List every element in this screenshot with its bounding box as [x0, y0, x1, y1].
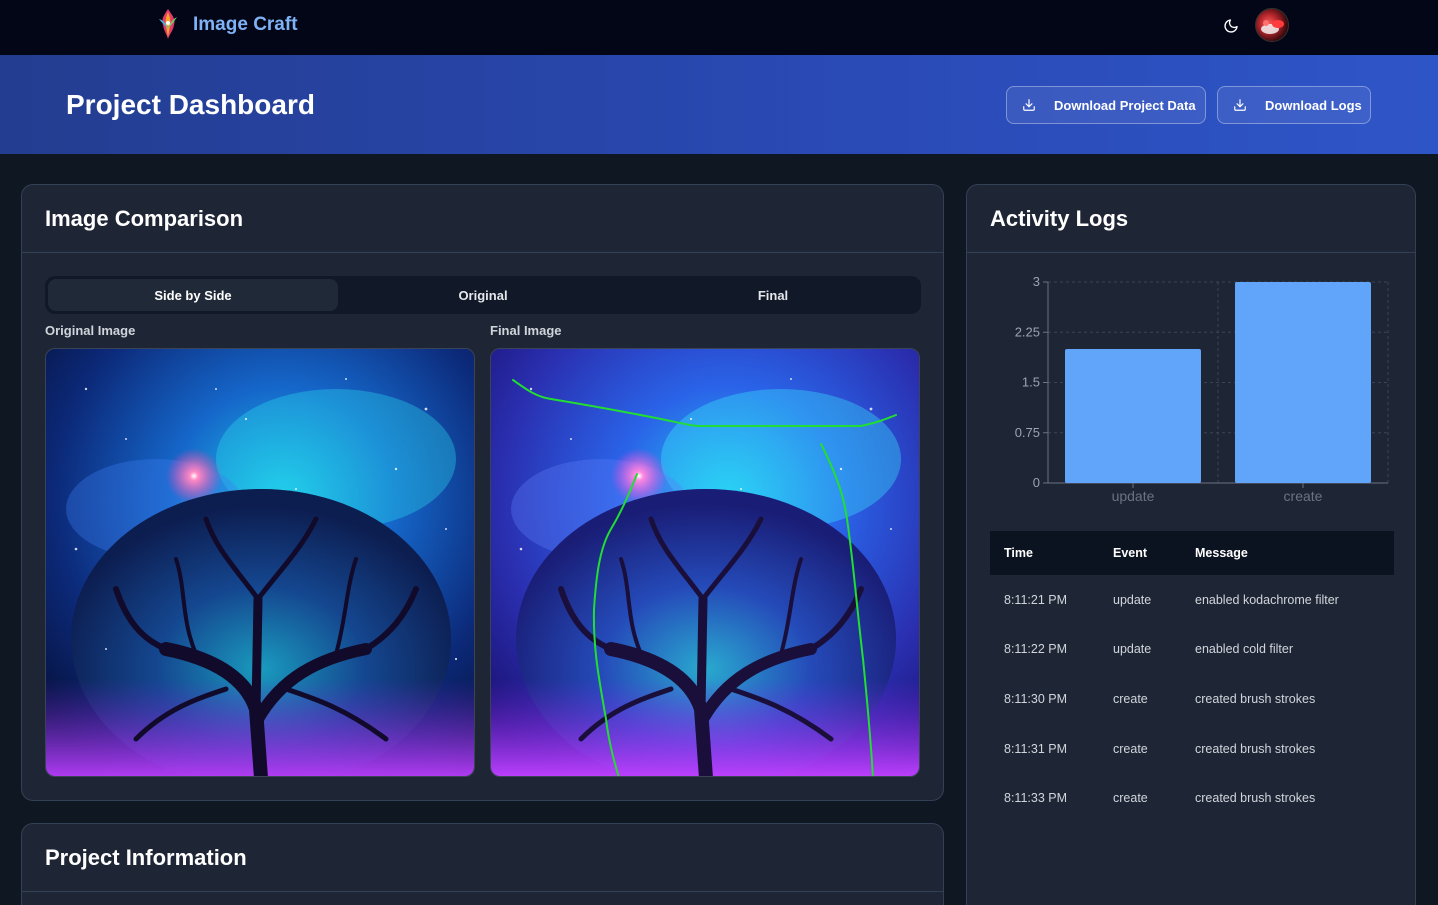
log-time: 8:11:22 PM [1004, 642, 1068, 657]
image-comparison-card: Image Comparison Side by Side Original F… [21, 184, 944, 801]
dashboard-banner: Project Dashboard Download Project Data … [0, 55, 1438, 154]
chart-x-tick-label: create [1284, 488, 1323, 504]
chart-y-tick-label: 0 [1033, 475, 1040, 490]
activity-logs-title: Activity Logs [967, 185, 1415, 253]
comparison-tabs: Side by Side Original Final [45, 276, 921, 314]
chart-bar-create [1235, 282, 1371, 483]
final-image-label: Final Image [490, 323, 562, 338]
original-image-label: Original Image [45, 323, 136, 338]
table-row: 8:11:22 PM update enabled cold filter [990, 625, 1394, 675]
app-logo-icon[interactable] [155, 7, 181, 41]
log-event: create [1113, 741, 1148, 756]
project-information-title: Project Information [22, 824, 943, 892]
tab-side-by-side[interactable]: Side by Side [48, 279, 338, 311]
log-message: created brush strokes [1195, 791, 1316, 806]
chart-y-tick-label: 1.5 [1022, 375, 1040, 390]
log-time: 8:11:21 PM [1004, 592, 1068, 607]
download-logs-button[interactable]: Download Logs [1217, 86, 1371, 124]
activity-chart: 0 0.75 1.5 2.25 3 update create [1015, 274, 1389, 504]
table-row: 8:11:33 PM create created brush strokes [990, 773, 1394, 823]
top-nav: Image Craft [0, 0, 1438, 55]
avatar-image [1261, 20, 1284, 34]
table-row: 8:11:31 PM create created brush strokes [990, 724, 1394, 774]
chart-y-tick-label: 2.25 [1015, 324, 1040, 339]
chart-y-tick-label: 0.75 [1015, 425, 1040, 440]
page-title: Project Dashboard [66, 89, 315, 120]
activity-logs-card: Activity Logs 0 0.75 1.5 2.25 3 update create … [966, 184, 1416, 905]
moon-icon [1224, 19, 1238, 33]
log-time: 8:11:31 PM [1004, 741, 1068, 756]
download-icon [1234, 99, 1246, 111]
table-row: 8:11:30 PM create created brush strokes [990, 674, 1394, 724]
log-message: enabled cold filter [1195, 642, 1293, 657]
log-message: created brush strokes [1195, 691, 1316, 706]
log-event: update [1113, 642, 1152, 657]
download-logs-label: Download Logs [1265, 97, 1362, 113]
tab-final[interactable]: Final [628, 279, 918, 311]
image-comparison-title: Image Comparison [22, 185, 943, 253]
theme-toggle-button[interactable] [1220, 15, 1242, 37]
log-message: created brush strokes [1195, 741, 1316, 756]
log-time: 8:11:30 PM [1004, 691, 1068, 706]
final-image[interactable] [490, 348, 920, 777]
chart-y-tick-label: 3 [1033, 274, 1040, 289]
chart-bar-update [1065, 349, 1201, 483]
brand-name[interactable]: Image Craft [193, 14, 298, 36]
original-image[interactable] [45, 348, 475, 777]
download-project-data-button[interactable]: Download Project Data [1006, 86, 1206, 124]
column-header-time: Time [1004, 546, 1033, 560]
log-message: enabled kodachrome filter [1195, 592, 1339, 607]
project-information-card: Project Information [21, 823, 944, 905]
activity-log-table: Time Event Message 8:11:21 PM update ena… [990, 531, 1394, 823]
log-event: update [1113, 592, 1152, 607]
column-header-message: Message [1195, 546, 1248, 560]
chart-x-tick-label: update [1112, 488, 1155, 504]
user-avatar[interactable] [1255, 8, 1289, 42]
log-time: 8:11:33 PM [1004, 791, 1068, 806]
table-row: 8:11:21 PM update enabled kodachrome fil… [990, 575, 1394, 625]
column-header-event: Event [1113, 546, 1148, 560]
log-event: create [1113, 791, 1148, 806]
table-header-row: Time Event Message [990, 531, 1394, 575]
log-event: create [1113, 691, 1148, 706]
download-project-data-label: Download Project Data [1054, 97, 1196, 113]
download-icon [1023, 99, 1035, 111]
tab-original[interactable]: Original [338, 279, 628, 311]
